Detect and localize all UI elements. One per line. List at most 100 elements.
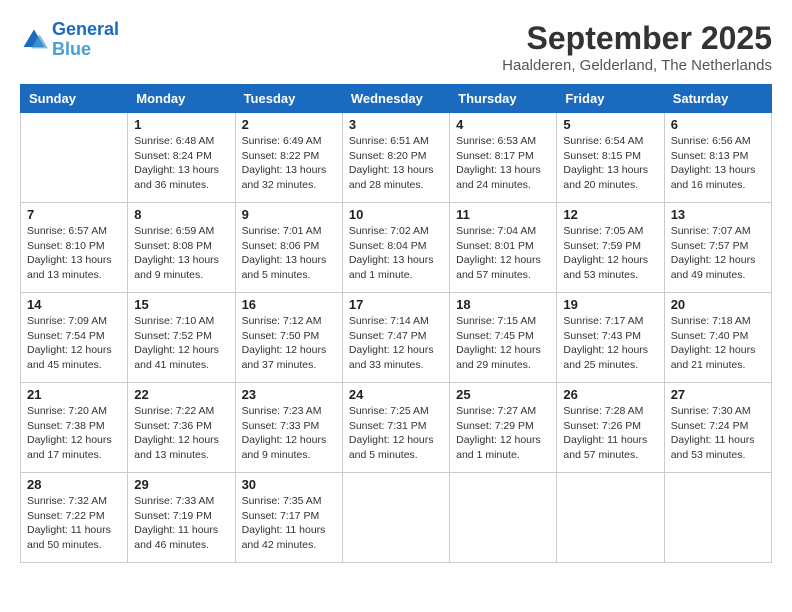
day-info: Sunrise: 7:05 AMSunset: 7:59 PMDaylight:…: [563, 224, 657, 283]
month-title: September 2025: [502, 20, 772, 57]
day-info: Sunrise: 6:48 AMSunset: 8:24 PMDaylight:…: [134, 134, 228, 193]
day-number: 1: [134, 117, 228, 132]
empty-cell: [557, 473, 664, 563]
day-cell-19: 19 Sunrise: 7:17 AMSunset: 7:43 PMDayligh…: [557, 293, 664, 383]
day-cell-29: 29 Sunrise: 7:33 AMSunset: 7:19 PMDayligh…: [128, 473, 235, 563]
weekday-header-monday: Monday: [128, 85, 235, 113]
day-cell-25: 25 Sunrise: 7:27 AMSunset: 7:29 PMDayligh…: [450, 383, 557, 473]
day-info: Sunrise: 7:09 AMSunset: 7:54 PMDaylight:…: [27, 314, 121, 373]
day-cell-28: 28 Sunrise: 7:32 AMSunset: 7:22 PMDayligh…: [21, 473, 128, 563]
empty-cell: [21, 113, 128, 203]
logo-icon: [20, 26, 48, 54]
weekday-header-row: SundayMondayTuesdayWednesdayThursdayFrid…: [21, 85, 772, 113]
day-number: 4: [456, 117, 550, 132]
weekday-header-wednesday: Wednesday: [342, 85, 449, 113]
week-row-2: 7Sunrise: 6:57 AMSunset: 8:10 PMDaylight…: [21, 203, 772, 293]
location: Haalderen, Gelderland, The Netherlands: [502, 57, 772, 74]
day-info: Sunrise: 7:35 AMSunset: 7:17 PMDaylight:…: [242, 494, 336, 553]
week-row-4: 21 Sunrise: 7:20 AMSunset: 7:38 PMDayligh…: [21, 383, 772, 473]
day-cell-30: 30Sunrise: 7:35 AMSunset: 7:17 PMDayligh…: [235, 473, 342, 563]
day-info: Sunrise: 6:51 AMSunset: 8:20 PMDaylight:…: [349, 134, 443, 193]
day-number: 27: [671, 387, 765, 402]
day-cell-17: 17 Sunrise: 7:14 AMSunset: 7:47 PMDayligh…: [342, 293, 449, 383]
day-cell-5: 5 Sunrise: 6:54 AMSunset: 8:15 PMDaylight…: [557, 113, 664, 203]
day-info: Sunrise: 7:18 AMSunset: 7:40 PMDaylight:…: [671, 314, 765, 373]
week-row-3: 14 Sunrise: 7:09 AMSunset: 7:54 PMDayligh…: [21, 293, 772, 383]
day-cell-21: 21 Sunrise: 7:20 AMSunset: 7:38 PMDayligh…: [21, 383, 128, 473]
empty-cell: [664, 473, 771, 563]
day-cell-4: 4 Sunrise: 6:53 AMSunset: 8:17 PMDaylight…: [450, 113, 557, 203]
weekday-header-friday: Friday: [557, 85, 664, 113]
day-cell-6: 6Sunrise: 6:56 AMSunset: 8:13 PMDaylight…: [664, 113, 771, 203]
day-cell-20: 20 Sunrise: 7:18 AMSunset: 7:40 PMDayligh…: [664, 293, 771, 383]
day-number: 9: [242, 207, 336, 222]
day-info: Sunrise: 6:49 AMSunset: 8:22 PMDaylight:…: [242, 134, 336, 193]
day-info: Sunrise: 6:56 AMSunset: 8:13 PMDaylight:…: [671, 134, 765, 193]
day-cell-10: 10Sunrise: 7:02 AMSunset: 8:04 PMDayligh…: [342, 203, 449, 293]
day-number: 13: [671, 207, 765, 222]
day-info: Sunrise: 6:59 AMSunset: 8:08 PMDaylight:…: [134, 224, 228, 283]
day-number: 5: [563, 117, 657, 132]
day-info: Sunrise: 7:04 AMSunset: 8:01 PMDaylight:…: [456, 224, 550, 283]
day-info: Sunrise: 7:25 AMSunset: 7:31 PMDaylight:…: [349, 404, 443, 463]
day-cell-2: 2Sunrise: 6:49 AMSunset: 8:22 PMDaylight…: [235, 113, 342, 203]
day-info: Sunrise: 7:23 AMSunset: 7:33 PMDaylight:…: [242, 404, 336, 463]
day-info: Sunrise: 6:54 AMSunset: 8:15 PMDaylight:…: [563, 134, 657, 193]
day-number: 29: [134, 477, 228, 492]
day-cell-8: 8Sunrise: 6:59 AMSunset: 8:08 PMDaylight…: [128, 203, 235, 293]
day-info: Sunrise: 7:07 AMSunset: 7:57 PMDaylight:…: [671, 224, 765, 283]
day-info: Sunrise: 7:30 AMSunset: 7:24 PMDaylight:…: [671, 404, 765, 463]
logo-text: General Blue: [52, 20, 119, 60]
day-info: Sunrise: 7:12 AMSunset: 7:50 PMDaylight:…: [242, 314, 336, 373]
empty-cell: [450, 473, 557, 563]
day-info: Sunrise: 7:32 AMSunset: 7:22 PMDaylight:…: [27, 494, 121, 553]
day-info: Sunrise: 7:27 AMSunset: 7:29 PMDaylight:…: [456, 404, 550, 463]
day-info: Sunrise: 7:22 AMSunset: 7:36 PMDaylight:…: [134, 404, 228, 463]
day-info: Sunrise: 7:17 AMSunset: 7:43 PMDaylight:…: [563, 314, 657, 373]
day-number: 22: [134, 387, 228, 402]
day-info: Sunrise: 7:14 AMSunset: 7:47 PMDaylight:…: [349, 314, 443, 373]
day-cell-26: 26 Sunrise: 7:28 AMSunset: 7:26 PMDayligh…: [557, 383, 664, 473]
day-info: Sunrise: 7:33 AMSunset: 7:19 PMDaylight:…: [134, 494, 228, 553]
day-number: 17: [349, 297, 443, 312]
day-info: Sunrise: 7:20 AMSunset: 7:38 PMDaylight:…: [27, 404, 121, 463]
day-cell-24: 24 Sunrise: 7:25 AMSunset: 7:31 PMDayligh…: [342, 383, 449, 473]
day-info: Sunrise: 7:15 AMSunset: 7:45 PMDaylight:…: [456, 314, 550, 373]
day-cell-13: 13 Sunrise: 7:07 AMSunset: 7:57 PMDayligh…: [664, 203, 771, 293]
day-number: 11: [456, 207, 550, 222]
day-cell-12: 12 Sunrise: 7:05 AMSunset: 7:59 PMDayligh…: [557, 203, 664, 293]
day-cell-1: 1 Sunrise: 6:48 AMSunset: 8:24 PMDaylight…: [128, 113, 235, 203]
title-block: September 2025 Haalderen, Gelderland, Th…: [502, 20, 772, 74]
empty-cell: [342, 473, 449, 563]
day-number: 10: [349, 207, 443, 222]
day-info: Sunrise: 7:10 AMSunset: 7:52 PMDaylight:…: [134, 314, 228, 373]
weekday-header-sunday: Sunday: [21, 85, 128, 113]
week-row-5: 28 Sunrise: 7:32 AMSunset: 7:22 PMDayligh…: [21, 473, 772, 563]
week-row-1: 1 Sunrise: 6:48 AMSunset: 8:24 PMDaylight…: [21, 113, 772, 203]
day-number: 7: [27, 207, 121, 222]
day-cell-22: 22 Sunrise: 7:22 AMSunset: 7:36 PMDayligh…: [128, 383, 235, 473]
day-number: 25: [456, 387, 550, 402]
day-cell-23: 23Sunrise: 7:23 AMSunset: 7:33 PMDayligh…: [235, 383, 342, 473]
day-info: Sunrise: 7:01 AMSunset: 8:06 PMDaylight:…: [242, 224, 336, 283]
day-number: 3: [349, 117, 443, 132]
day-number: 12: [563, 207, 657, 222]
day-number: 28: [27, 477, 121, 492]
day-cell-9: 9 Sunrise: 7:01 AMSunset: 8:06 PMDaylight…: [235, 203, 342, 293]
day-number: 26: [563, 387, 657, 402]
day-number: 21: [27, 387, 121, 402]
calendar: SundayMondayTuesdayWednesdayThursdayFrid…: [20, 84, 772, 563]
day-info: Sunrise: 7:28 AMSunset: 7:26 PMDaylight:…: [563, 404, 657, 463]
day-cell-14: 14 Sunrise: 7:09 AMSunset: 7:54 PMDayligh…: [21, 293, 128, 383]
day-cell-3: 3 Sunrise: 6:51 AMSunset: 8:20 PMDaylight…: [342, 113, 449, 203]
weekday-header-thursday: Thursday: [450, 85, 557, 113]
day-number: 19: [563, 297, 657, 312]
day-number: 20: [671, 297, 765, 312]
day-number: 18: [456, 297, 550, 312]
weekday-header-tuesday: Tuesday: [235, 85, 342, 113]
day-info: Sunrise: 6:53 AMSunset: 8:17 PMDaylight:…: [456, 134, 550, 193]
day-cell-27: 27 Sunrise: 7:30 AMSunset: 7:24 PMDayligh…: [664, 383, 771, 473]
day-cell-18: 18 Sunrise: 7:15 AMSunset: 7:45 PMDayligh…: [450, 293, 557, 383]
day-number: 24: [349, 387, 443, 402]
day-number: 14: [27, 297, 121, 312]
